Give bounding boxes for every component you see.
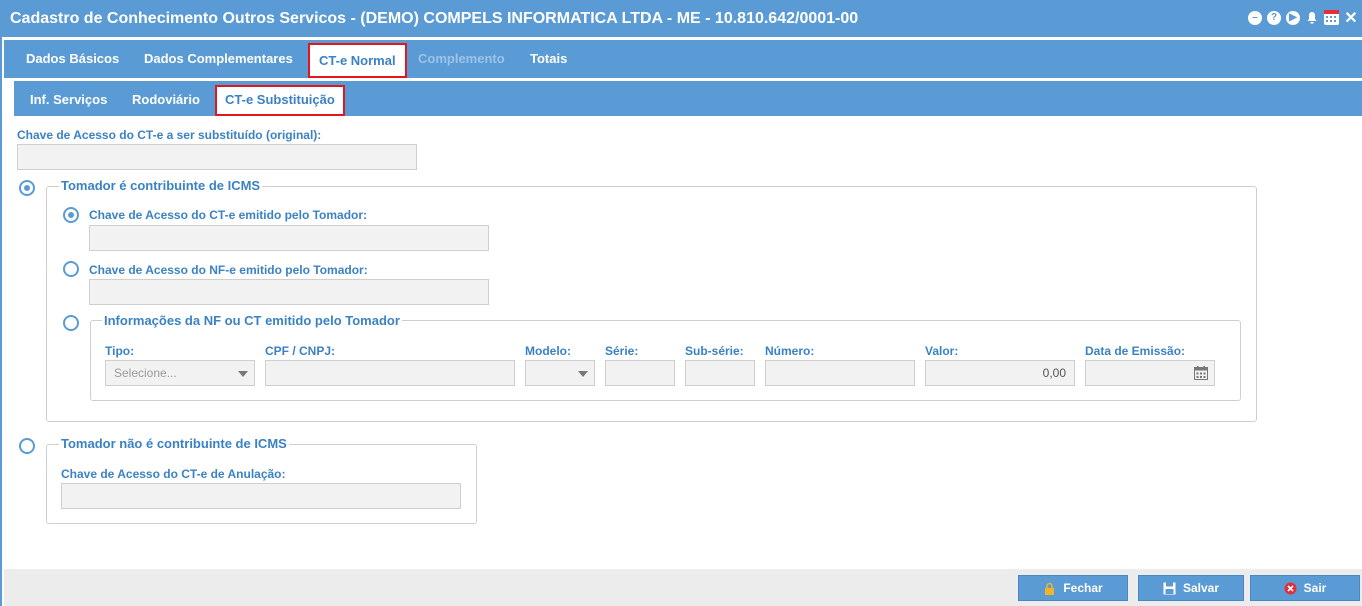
subserie-label: Sub-série:	[685, 344, 744, 358]
tab-dados-basicos[interactable]: Dados Básicos	[26, 40, 119, 78]
tipo-select[interactable]: Selecione...	[105, 360, 255, 386]
bell-icon[interactable]	[1305, 11, 1319, 25]
radio-nao-contribuinte[interactable]	[19, 438, 35, 454]
tab-complemento: Complemento	[418, 51, 505, 66]
data-emissao-input[interactable]	[1085, 360, 1215, 386]
nfe-tomador-label: Chave de Acesso do NF-e emitido pelo Tom…	[89, 263, 368, 277]
fechar-button[interactable]: Fechar	[1018, 575, 1128, 601]
main-tab-bar: Dados Básicos Dados Complementares CT-e …	[4, 40, 1362, 78]
valor-input[interactable]	[925, 360, 1075, 386]
tab-totais[interactable]: Totais	[530, 40, 567, 78]
modelo-label: Modelo:	[525, 344, 571, 358]
nfe-tomador-input[interactable]	[89, 279, 489, 305]
chave-original-label: Chave de Acesso do CT-e a ser substituíd…	[17, 128, 322, 142]
numero-label: Número:	[765, 344, 815, 358]
chevron-down-icon	[578, 371, 588, 377]
salvar-label: Salvar	[1182, 581, 1220, 595]
sair-label: Sair	[1303, 581, 1327, 595]
subserie-input[interactable]	[685, 360, 755, 386]
calendar-icon[interactable]	[1194, 366, 1208, 380]
chevron-down-icon	[238, 371, 248, 377]
chave-original-input[interactable]	[17, 144, 417, 170]
legend-contribuinte: Tomador é contribuinte de ICMS	[59, 178, 263, 193]
title-icons: – ? ▶ ✕	[1248, 10, 1358, 27]
valor-label: Valor:	[925, 344, 959, 358]
tipo-select-value: Selecione...	[114, 366, 177, 380]
help-icon[interactable]: ?	[1267, 10, 1281, 25]
numero-input[interactable]	[765, 360, 915, 386]
anulacao-input[interactable]	[61, 483, 461, 509]
salvar-button[interactable]: Salvar	[1138, 575, 1244, 601]
tab-cte-substituicao[interactable]: CT-e Substituição	[215, 85, 345, 116]
sub-tab-bar: Inf. Serviços Rodoviário CT-e Substituiç…	[14, 81, 1362, 116]
exit-icon	[1284, 582, 1297, 594]
radio-nfe-tomador[interactable]	[63, 261, 79, 277]
fechar-label: Fechar	[1063, 581, 1103, 595]
cte-tomador-input[interactable]	[89, 225, 489, 251]
tab-dados-complementares[interactable]: Dados Complementares	[144, 40, 293, 78]
tab-inf-servicos[interactable]: Inf. Serviços	[30, 81, 107, 116]
calendar-icon[interactable]	[1324, 10, 1339, 25]
cte-tomador-label: Chave de Acesso do CT-e emitido pelo Tom…	[89, 208, 368, 222]
play-icon[interactable]: ▶	[1286, 10, 1300, 25]
window: Cadastro de Conhecimento Outros Servicos…	[0, 0, 1362, 606]
footer-bar: Fechar Salvar Sair	[4, 569, 1362, 606]
modelo-select[interactable]	[525, 360, 595, 386]
data-emissao-label: Data de Emissão:	[1085, 344, 1186, 358]
tipo-label: Tipo:	[105, 344, 135, 358]
minimize-icon[interactable]: –	[1248, 10, 1262, 25]
anulacao-label: Chave de Acesso do CT-e de Anulação:	[61, 467, 286, 481]
serie-input[interactable]	[605, 360, 675, 386]
serie-label: Série:	[605, 344, 639, 358]
radio-info-nf[interactable]	[63, 315, 79, 331]
close-icon[interactable]: ✕	[1344, 10, 1358, 27]
tab-rodoviario[interactable]: Rodoviário	[132, 81, 200, 116]
window-title: Cadastro de Conhecimento Outros Servicos…	[10, 9, 859, 27]
legend-info-nf: Informações da NF ou CT emitido pelo Tom…	[102, 313, 402, 328]
title-bar: Cadastro de Conhecimento Outros Servicos…	[2, 0, 1362, 37]
cpf-label: CPF / CNPJ:	[265, 344, 336, 358]
cpf-input[interactable]	[265, 360, 515, 386]
legend-nao-contribuinte: Tomador não é contribuinte de ICMS	[59, 436, 289, 451]
tab-cte-normal[interactable]: CT-e Normal	[308, 43, 407, 78]
sair-button[interactable]: Sair	[1250, 575, 1360, 601]
lock-icon	[1045, 582, 1055, 595]
radio-contribuinte[interactable]	[19, 180, 35, 196]
radio-cte-tomador[interactable]	[63, 207, 79, 223]
save-icon	[1163, 582, 1176, 594]
